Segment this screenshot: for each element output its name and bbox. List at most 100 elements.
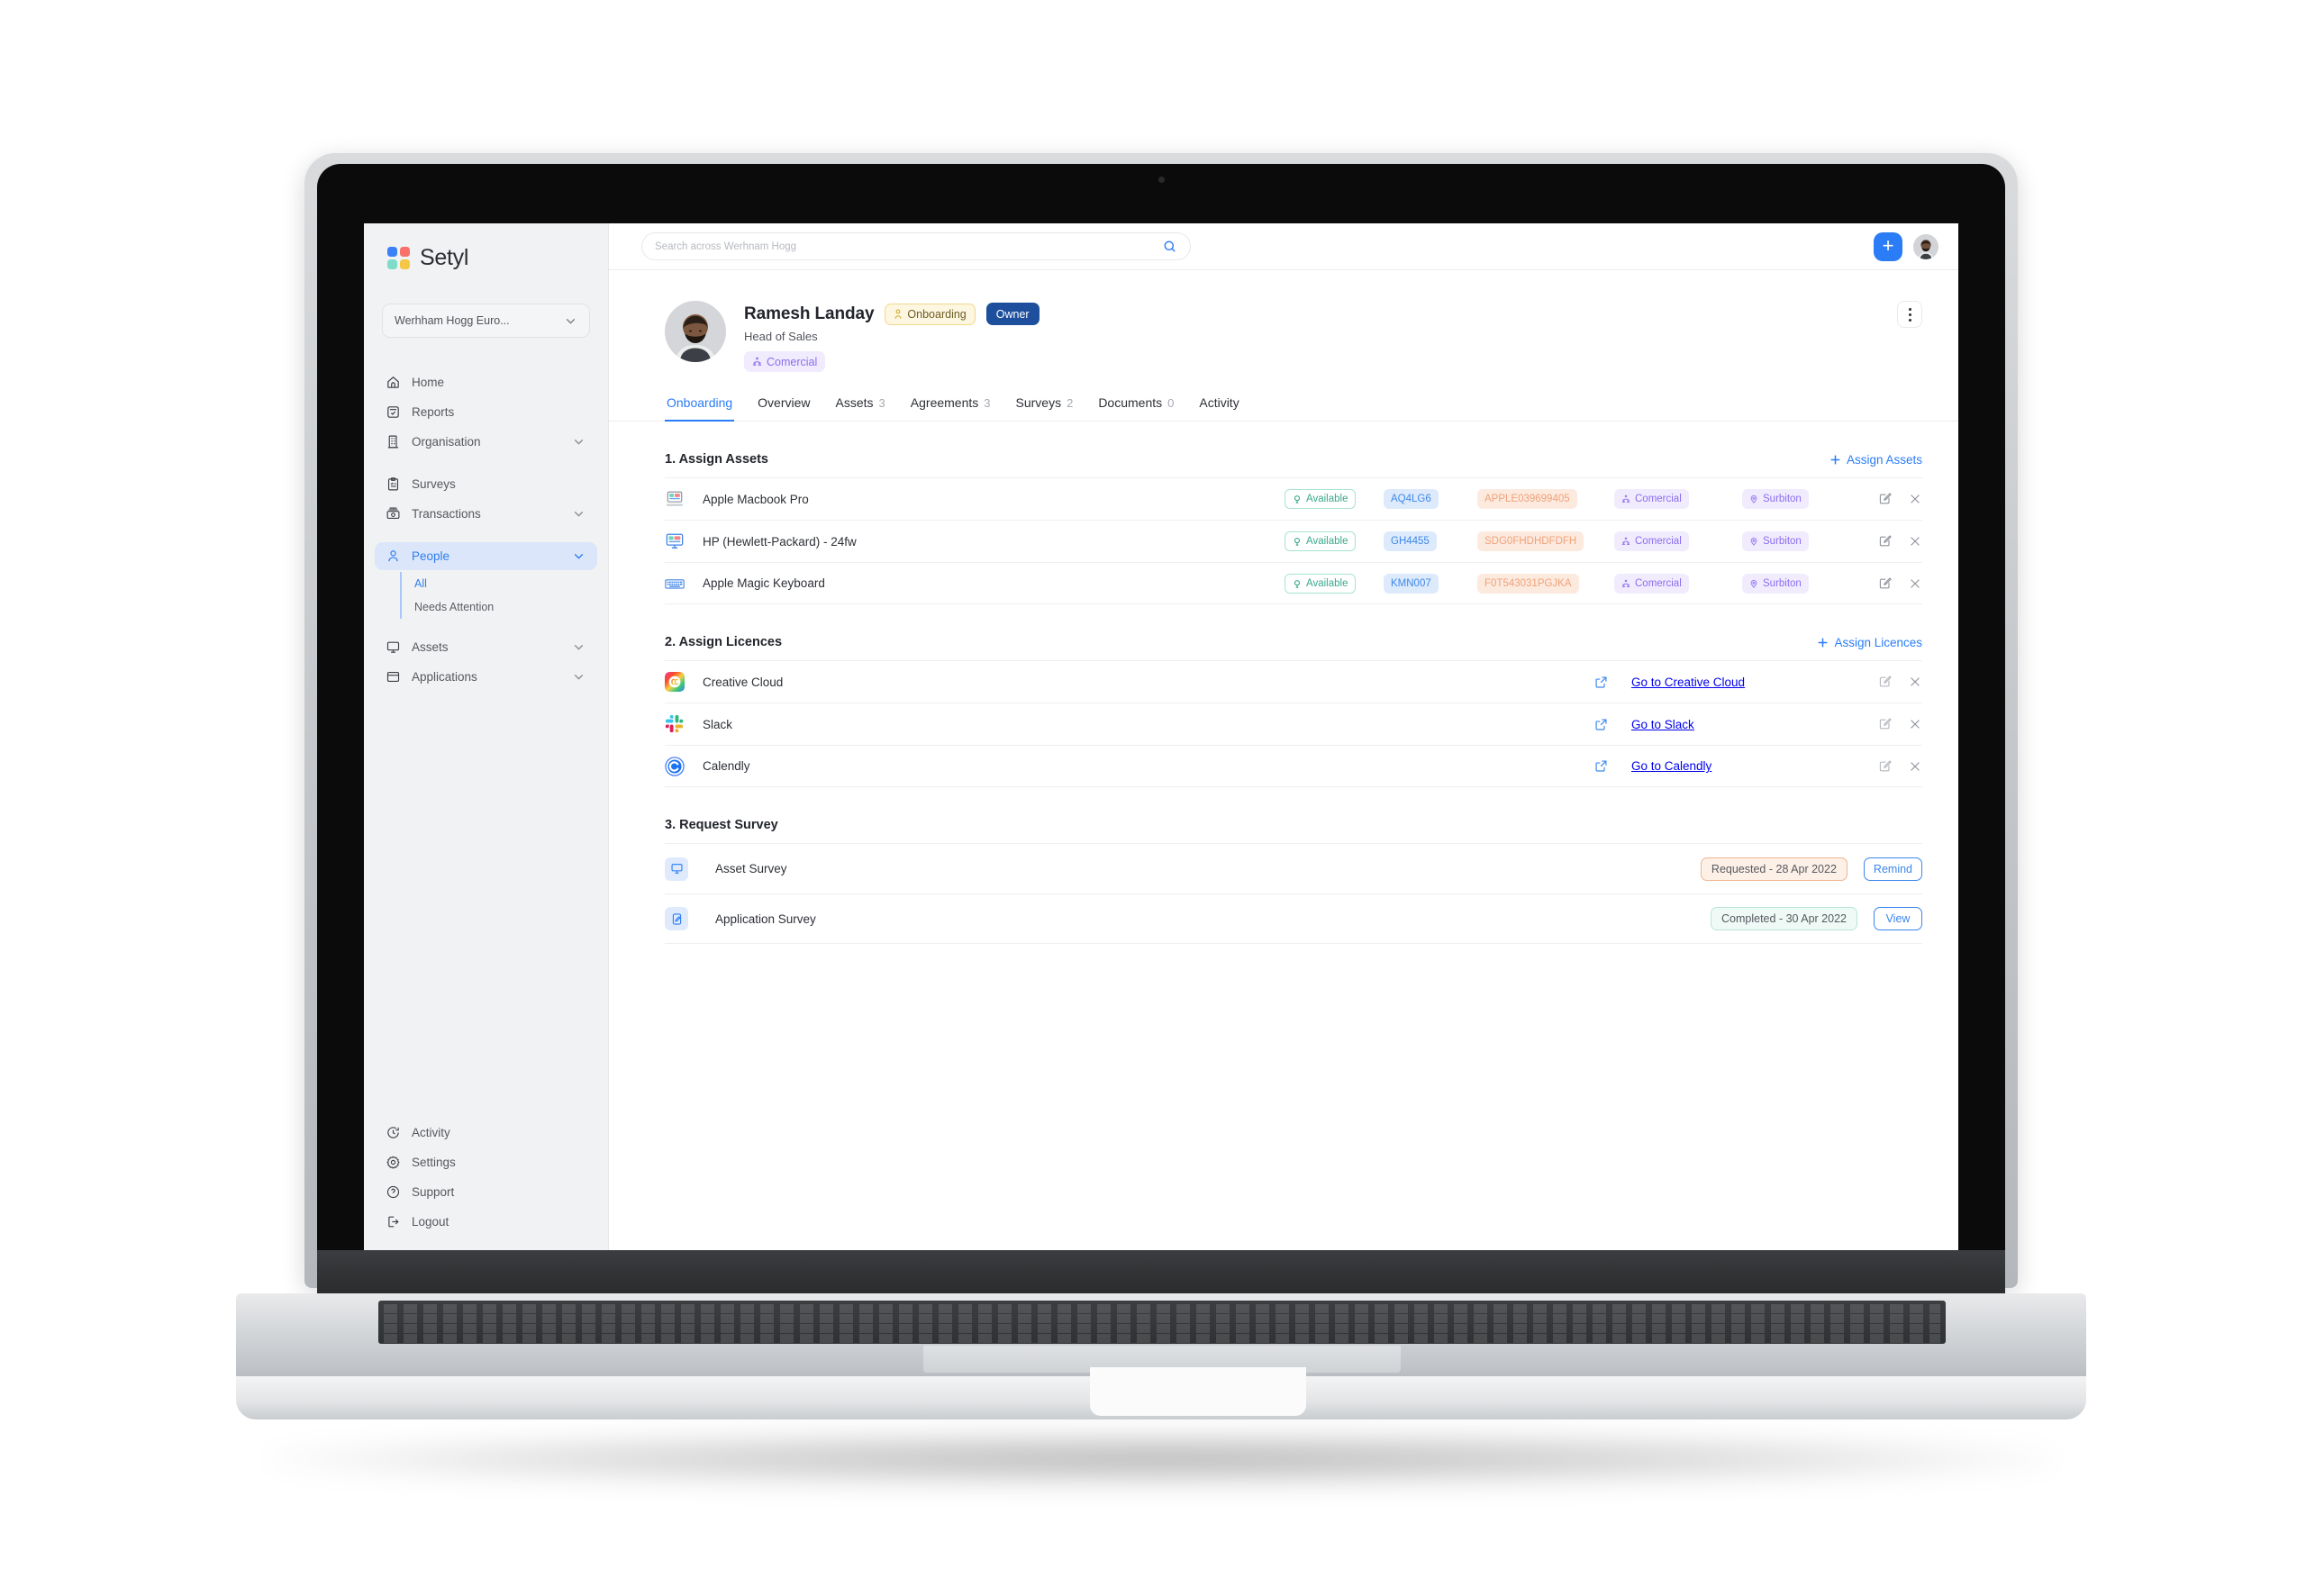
team-icon: [752, 357, 762, 366]
sidebar-item-activity[interactable]: Activity: [375, 1119, 597, 1147]
tab-documents[interactable]: Documents 0: [1096, 395, 1176, 421]
edit-icon[interactable]: [1878, 717, 1893, 731]
external-link-icon[interactable]: [1594, 676, 1608, 689]
brand-logo[interactable]: Setyl: [364, 223, 608, 271]
sidebar-item-transactions[interactable]: Transactions: [375, 500, 597, 528]
licence-link-cell: Go to Calendly: [1594, 759, 1852, 773]
sidebar-item-label: Home: [412, 376, 445, 389]
asset-serial-badge: SDG0FHDHDFDFH: [1477, 531, 1584, 551]
remind-button[interactable]: Remind: [1863, 857, 1922, 881]
licence-link-cell: Go to Creative Cloud: [1594, 676, 1852, 689]
licence-link[interactable]: Go to Calendly: [1631, 759, 1711, 773]
row-actions: [1852, 759, 1922, 774]
sidebar-item-organisation[interactable]: Organisation: [375, 428, 597, 456]
licence-link[interactable]: Go to Slack: [1631, 718, 1694, 731]
profile-avatar-icon: [665, 301, 726, 362]
survey-icon-cell: [665, 907, 715, 930]
sidebar-item-settings[interactable]: Settings: [375, 1148, 597, 1176]
view-button[interactable]: View: [1874, 907, 1922, 930]
sidebar-item-support[interactable]: Support: [375, 1178, 597, 1206]
profile-avatar: [665, 301, 726, 362]
tab-activity[interactable]: Activity: [1197, 395, 1240, 421]
table-row[interactable]: Apple Macbook Pro Available AQ4LG6 APPLE…: [665, 477, 1922, 520]
asset-serial-badge: APPLE039699405: [1477, 489, 1577, 509]
table-row[interactable]: Asset Survey Requested - 28 Apr 2022 Rem…: [665, 843, 1922, 893]
external-link-icon[interactable]: [1594, 718, 1608, 731]
table-row[interactable]: HP (Hewlett-Packard) - 24fw Available GH…: [665, 520, 1922, 562]
sidebar-item-reports[interactable]: Reports: [375, 398, 597, 426]
close-icon[interactable]: [1908, 492, 1922, 506]
sidebar-item-label: Surveys: [412, 477, 456, 491]
tab-assets[interactable]: Assets 3: [834, 395, 887, 421]
edit-icon[interactable]: [1878, 675, 1893, 689]
kebab-menu-icon[interactable]: [1897, 301, 1922, 328]
close-icon[interactable]: [1908, 759, 1922, 774]
sidebar-item-home[interactable]: Home: [375, 368, 597, 396]
tab-label: Onboarding: [667, 395, 733, 410]
table-row[interactable]: Slack Go to Slack: [665, 703, 1922, 745]
window-icon: [386, 671, 400, 683]
asset-name: Apple Macbook Pro: [703, 492, 809, 506]
close-icon[interactable]: [1908, 675, 1922, 689]
tab-surveys[interactable]: Surveys 2: [1014, 395, 1076, 421]
org-selector[interactable]: Werhham Hogg Euro...: [382, 304, 590, 338]
team-badge: Comercial: [1614, 531, 1689, 551]
edit-icon[interactable]: [1878, 534, 1893, 549]
owner-badge-label: Owner: [995, 307, 1030, 321]
asset-serial-cell: SDG0FHDHDFDFH: [1477, 531, 1614, 551]
sidebar-item-applications[interactable]: Applications: [375, 663, 597, 691]
row-actions: [1852, 576, 1922, 591]
close-icon[interactable]: [1908, 534, 1922, 549]
table-row[interactable]: Apple Magic Keyboard Available KMN007 F0…: [665, 562, 1922, 604]
add-button[interactable]: +: [1874, 231, 1902, 261]
tab-overview[interactable]: Overview: [756, 395, 812, 421]
section-title: 2. Assign Licences: [665, 635, 783, 649]
sidebar-subitem-all[interactable]: All: [414, 572, 597, 595]
sidebar-item-people[interactable]: People: [375, 542, 597, 570]
row-actions: [1852, 492, 1922, 506]
clipboard-icon: [387, 477, 399, 491]
sidebar-item-surveys[interactable]: Surveys: [375, 470, 597, 498]
team-icon: [1621, 494, 1630, 503]
close-icon[interactable]: [1908, 717, 1922, 731]
asset-code-badge: GH4455: [1384, 531, 1437, 551]
keyboard-icon: [665, 576, 703, 591]
status-badge[interactable]: Onboarding: [885, 303, 976, 325]
tab-onboarding[interactable]: Onboarding: [665, 395, 735, 422]
table-row[interactable]: Calendly Go to Calendly: [665, 745, 1922, 787]
table-row[interactable]: Application Survey Completed - 30 Apr 20…: [665, 893, 1922, 944]
table-row[interactable]: Creative Cloud Go to Creative Cloud: [665, 660, 1922, 703]
person-small-icon: [894, 309, 902, 319]
avatar[interactable]: [1913, 233, 1938, 259]
edit-icon[interactable]: [1878, 492, 1893, 506]
asset-status-cell: Available: [1285, 573, 1384, 594]
asset-serial-cell: F0T543031PGJKA: [1477, 573, 1614, 594]
location-badge: Surbiton: [1742, 531, 1809, 551]
assign-assets-button[interactable]: Assign Assets: [1829, 453, 1922, 467]
edit-icon[interactable]: [1878, 759, 1893, 774]
history-icon: [387, 1127, 399, 1138]
sidebar-subitem-needs-attention[interactable]: Needs Attention: [414, 595, 597, 619]
sidebar-bottom-nav: Activity Settings Support Logout: [364, 1119, 608, 1238]
team-badge[interactable]: Comercial: [744, 351, 826, 372]
tab-agreements[interactable]: Agreements 3: [909, 395, 993, 421]
sidebar-item-assets[interactable]: Assets: [375, 633, 597, 661]
edit-icon[interactable]: [1878, 576, 1893, 591]
external-link-icon[interactable]: [1594, 759, 1608, 773]
logout-icon: [388, 1216, 399, 1228]
asset-team-cell: Comercial: [1614, 531, 1742, 551]
sidebar-item-logout[interactable]: Logout: [375, 1208, 597, 1236]
surveys-table: Asset Survey Requested - 28 Apr 2022 Rem…: [665, 843, 1922, 944]
asset-serial-cell: APPLE039699405: [1477, 489, 1614, 509]
asset-name: Apple Magic Keyboard: [703, 576, 825, 590]
people-subnav: All Needs Attention: [400, 572, 597, 619]
assign-licences-button[interactable]: Assign Licences: [1817, 636, 1922, 649]
location-pin-icon: [1750, 538, 1757, 546]
search-input[interactable]: [655, 240, 1162, 252]
search-icon[interactable]: [1162, 239, 1177, 254]
tab-count: 2: [1067, 396, 1074, 410]
close-icon[interactable]: [1908, 576, 1922, 591]
calendly-icon: [665, 756, 703, 776]
licence-link[interactable]: Go to Creative Cloud: [1631, 676, 1745, 689]
search-bar[interactable]: [641, 232, 1191, 260]
